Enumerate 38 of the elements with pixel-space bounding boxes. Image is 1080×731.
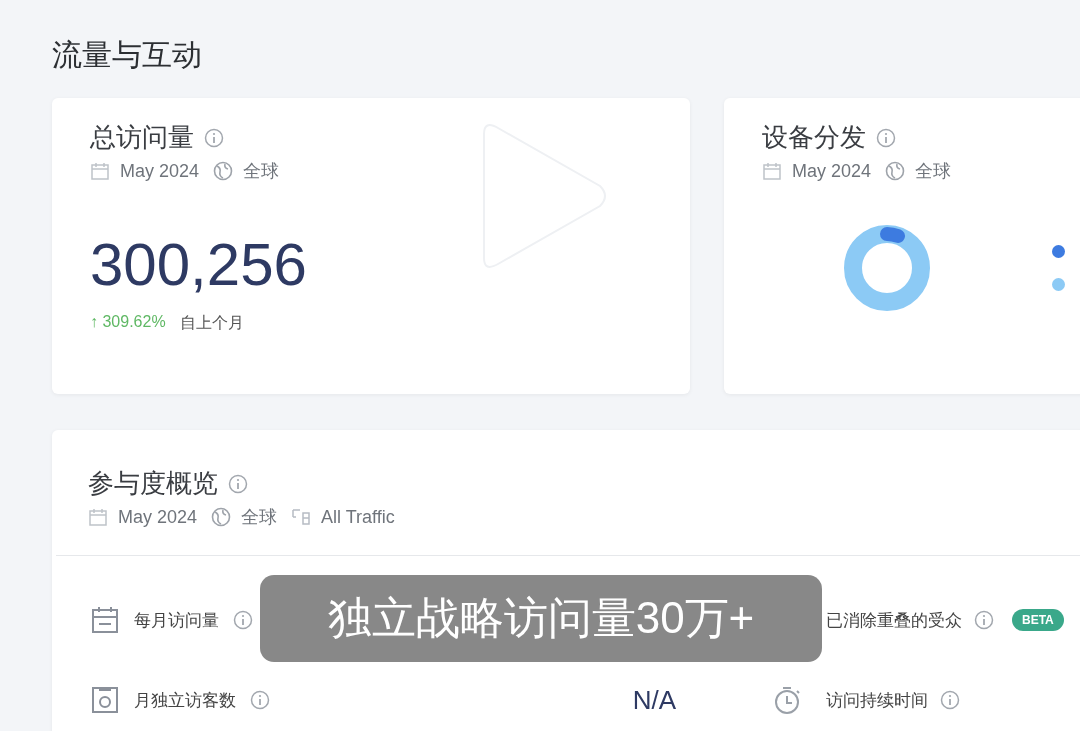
info-icon[interactable] [940,690,960,710]
card-title: 设备分发 [762,121,866,154]
page-title: 流量与互动 [52,37,203,73]
metric-label: 每月访问量 [134,609,219,632]
change-percent: ↑ 309.62% [90,313,166,332]
globe-icon [213,161,234,181]
visits-value: 300,256 [90,235,308,295]
info-icon[interactable] [250,690,270,710]
info-icon[interactable] [233,610,253,630]
visitor-icon [90,685,120,715]
traffic-label: All Traffic [321,506,395,528]
date-label: May 2024 [118,506,198,528]
calendar-icon [90,605,120,635]
video-caption: 独立战略访问量30万+ [260,575,822,662]
metric-label: 月独立访客数 [134,689,236,712]
card-title: 总访问量 [90,121,194,154]
stopwatch-icon [772,685,802,715]
metric-label: 已消除重叠的受众 [826,609,962,632]
region-label: 全球 [241,506,278,529]
calendar-icon [88,507,108,527]
change-note: 自上个月 [179,313,244,333]
date-label: May 2024 [792,160,872,182]
card-title: 参与度概览 [88,467,218,500]
region-label: 全球 [915,160,952,183]
metric-label: 访问持续时间 [826,689,928,712]
globe-icon [885,161,906,181]
info-icon[interactable] [876,127,896,148]
metric-value: N/A [632,684,676,716]
info-icon[interactable] [204,127,224,148]
info-icon[interactable] [228,473,248,494]
region-label: 全球 [243,160,280,183]
calendar-icon [762,161,782,181]
info-icon[interactable] [974,610,994,630]
beta-badge: BETA [1012,609,1064,631]
calendar-icon [90,161,110,181]
date-label: May 2024 [120,160,200,182]
globe-icon [211,507,232,527]
traffic-icon [291,507,312,527]
